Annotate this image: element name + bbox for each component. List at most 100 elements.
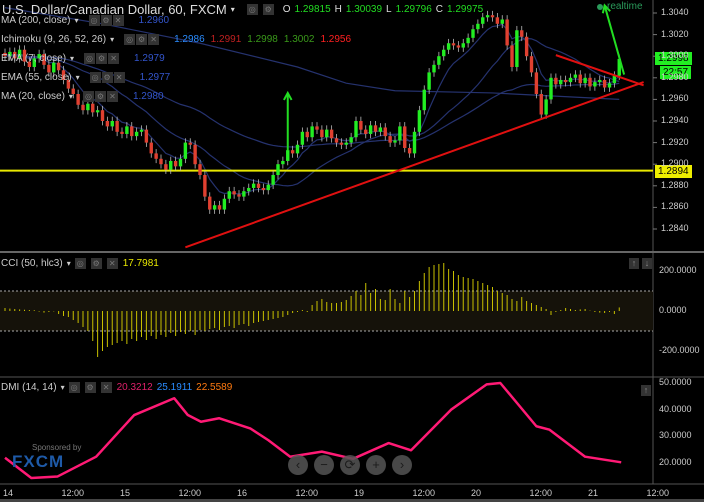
candle-body xyxy=(490,15,495,18)
candle-body xyxy=(427,72,431,90)
candle-body xyxy=(222,198,227,210)
candle-body xyxy=(524,36,529,57)
indicator-legend: MA (200, close) ▾ ◎ ⚙ ✕ 1.2960 xyxy=(1,15,169,26)
candle-body xyxy=(593,82,597,87)
candle-body xyxy=(442,49,446,57)
candle-body xyxy=(471,29,475,38)
candle-body xyxy=(149,142,153,154)
chevron-down-icon[interactable]: ▾ xyxy=(67,259,71,268)
move-up-icon[interactable]: ↑ xyxy=(641,385,651,396)
candle-body xyxy=(139,129,144,132)
candle-body xyxy=(81,104,85,111)
candle-body xyxy=(154,153,158,159)
chevron-down-icon[interactable]: ▾ xyxy=(61,383,65,392)
time-axis-label: 12:00 xyxy=(412,488,436,498)
high-label: H xyxy=(334,4,342,15)
candle-body xyxy=(310,126,314,138)
indicator-value: 1.2986 xyxy=(174,34,205,45)
candle-body xyxy=(451,43,456,46)
candle-body xyxy=(290,150,295,154)
visibility-icon[interactable]: ◎ xyxy=(82,91,94,102)
time-axis-label: 20 xyxy=(471,488,482,498)
indicator-value: 1.2991 xyxy=(210,34,242,45)
candle-body xyxy=(383,127,387,137)
close-label: C xyxy=(435,4,443,15)
time-axis-label: 12:00 xyxy=(178,488,202,498)
gear-icon[interactable]: ⚙ xyxy=(101,72,113,83)
gear-icon[interactable]: ⚙ xyxy=(94,91,106,102)
candle-body xyxy=(178,158,183,167)
candle-body xyxy=(286,150,290,161)
visibility-icon[interactable]: ◎ xyxy=(68,382,80,393)
scroll-left-button[interactable]: ‹ xyxy=(288,455,308,475)
zoom-in-button[interactable]: + xyxy=(366,455,386,475)
time-axis-label: 15 xyxy=(120,488,131,498)
chevron-down-icon[interactable]: ▾ xyxy=(70,54,74,63)
candle-body xyxy=(130,126,134,137)
zoom-out-button[interactable]: − xyxy=(314,455,334,475)
chevron-down-icon[interactable]: ▾ xyxy=(231,5,235,14)
candle-body xyxy=(227,191,231,199)
candle-body xyxy=(325,129,329,138)
open-value: 1.29815 xyxy=(294,4,331,15)
chevron-down-icon[interactable]: ▾ xyxy=(110,35,114,44)
candle-body xyxy=(247,187,251,192)
candle-body xyxy=(193,144,197,165)
move-up-icon[interactable]: ↑ xyxy=(629,258,639,269)
time-axis-label: 19 xyxy=(354,488,365,498)
close-icon[interactable]: ✕ xyxy=(106,258,118,269)
close-icon[interactable]: ✕ xyxy=(113,72,125,83)
candle-body xyxy=(188,142,192,145)
gear-icon[interactable]: ⚙ xyxy=(84,382,96,393)
candle-body xyxy=(203,175,207,197)
candle-body xyxy=(568,77,573,83)
cci-axis-label: 0.0000 xyxy=(659,305,687,315)
candle-body xyxy=(125,126,129,134)
price-axis-label: 1.2960 xyxy=(661,93,689,104)
visibility-icon[interactable]: ◎ xyxy=(246,4,258,15)
candle-body xyxy=(349,137,353,143)
visibility-icon[interactable]: ◎ xyxy=(88,15,100,26)
candle-body xyxy=(300,131,305,145)
gear-icon[interactable]: ⚙ xyxy=(262,4,274,15)
candle-body xyxy=(276,164,280,175)
close-icon[interactable]: ✕ xyxy=(106,91,118,102)
candle-body xyxy=(295,144,300,154)
indicator-label: EMA (55, close) xyxy=(1,72,72,83)
chevron-down-icon[interactable]: ▾ xyxy=(76,73,80,82)
gear-icon[interactable]: ⚙ xyxy=(136,34,148,45)
time-axis-label: 12:00 xyxy=(529,488,553,498)
candle-body xyxy=(115,121,119,132)
candle-body xyxy=(256,183,261,188)
candle-body xyxy=(461,43,465,48)
indicator-legend: EMA (7, close) ▾ ◎ ⚙ ✕ 1.2979 xyxy=(1,53,165,64)
candle-body xyxy=(505,19,509,46)
gear-icon[interactable]: ⚙ xyxy=(90,258,102,269)
close-icon[interactable]: ✕ xyxy=(148,34,160,45)
close-icon[interactable]: ✕ xyxy=(100,382,112,393)
indicator-value: 1.2977 xyxy=(139,72,171,83)
visibility-icon[interactable]: ◎ xyxy=(89,72,101,83)
candle-body xyxy=(52,62,56,73)
gear-icon[interactable]: ⚙ xyxy=(100,15,112,26)
candle-body xyxy=(320,129,324,138)
visibility-icon[interactable]: ◎ xyxy=(124,34,136,45)
candle-body xyxy=(583,77,587,84)
candle-body xyxy=(602,79,607,88)
visibility-icon[interactable]: ◎ xyxy=(74,258,86,269)
fxcm-brand: FXCM xyxy=(12,452,65,471)
gear-icon[interactable]: ⚙ xyxy=(96,53,108,64)
close-icon[interactable]: ✕ xyxy=(112,15,124,26)
low-value: 1.29796 xyxy=(395,4,432,15)
chevron-down-icon[interactable]: ▾ xyxy=(74,16,78,25)
candle-body xyxy=(495,17,500,24)
close-icon[interactable]: ✕ xyxy=(108,53,120,64)
visibility-icon[interactable]: ◎ xyxy=(84,53,96,64)
reset-button[interactable]: ⟳ xyxy=(340,455,360,475)
sponsor-text: Sponsored by xyxy=(32,443,82,452)
price-axis-label: 1.2860 xyxy=(661,201,689,212)
move-down-icon[interactable]: ↓ xyxy=(642,258,652,269)
candle-body xyxy=(500,19,504,24)
scroll-right-button[interactable]: › xyxy=(392,455,412,475)
chevron-down-icon[interactable]: ▾ xyxy=(69,92,73,101)
